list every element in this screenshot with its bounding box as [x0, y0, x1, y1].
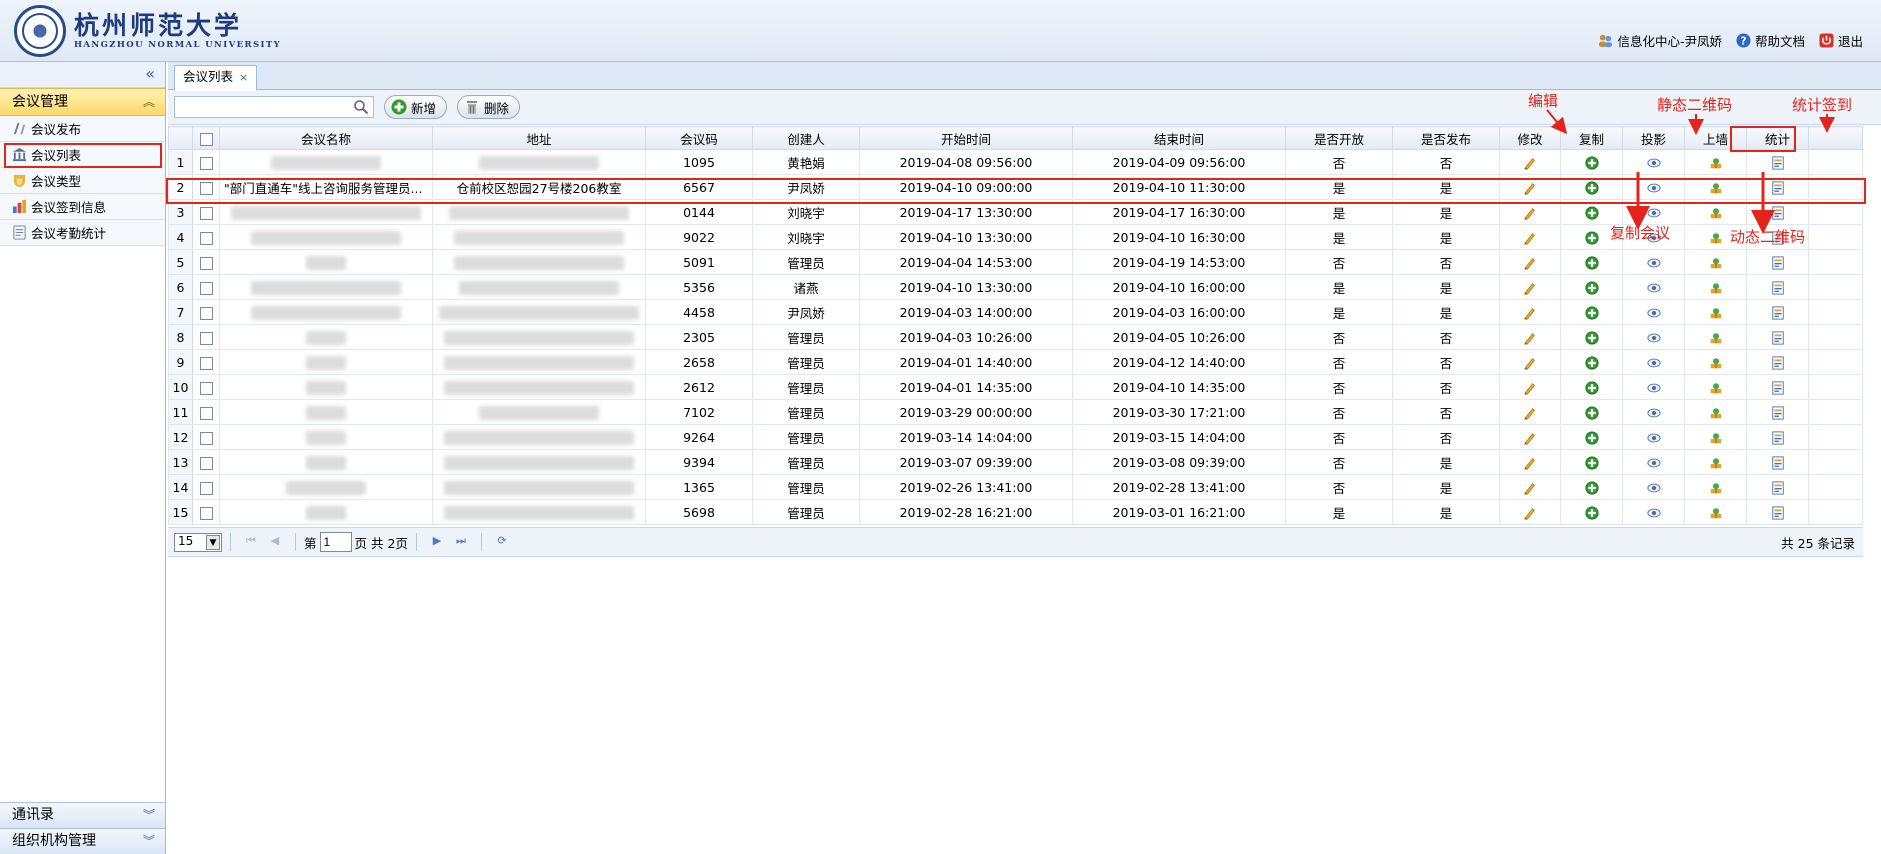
annotation-arrows [1546, 109, 1835, 234]
